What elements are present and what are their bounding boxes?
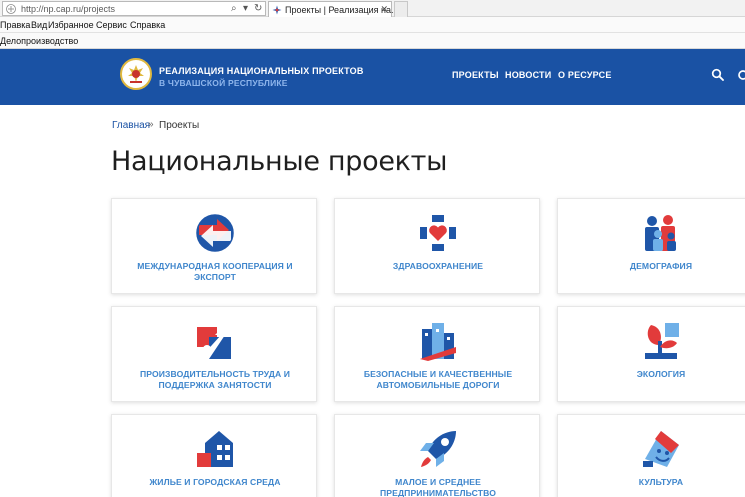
project-label: МАЛОЕ И СРЕДНЕЕ ПРЕДПРИНИМАТЕЛЬСТВО bbox=[380, 477, 496, 497]
address-url[interactable]: http://np.cap.ru/projects bbox=[21, 3, 115, 15]
dropdown-icon[interactable]: ▾ bbox=[243, 2, 248, 15]
plant-icon bbox=[643, 323, 679, 359]
project-card-small-business[interactable]: МАЛОЕ И СРЕДНЕЕ ПРЕДПРИНИМАТЕЛЬСТВО bbox=[334, 414, 540, 497]
brand-subtitle[interactable]: В ЧУВАШСКОЙ РЕСПУБЛИКЕ bbox=[159, 78, 288, 88]
brand-title[interactable]: РЕАЛИЗАЦИЯ НАЦИОНАЛЬНЫХ ПРОЕКТОВ bbox=[159, 66, 364, 76]
nav-news[interactable]: НОВОСТИ bbox=[505, 70, 551, 80]
family-icon bbox=[645, 215, 676, 251]
favorites-item[interactable]: Делопроизводство bbox=[0, 36, 78, 47]
new-tab-button[interactable] bbox=[394, 1, 408, 17]
menu-view[interactable]: Вид bbox=[31, 20, 47, 31]
favorites-bar: Делопроизводство bbox=[0, 33, 745, 49]
project-label: МЕЖДУНАРОДНАЯ КООПЕРАЦИЯ И ЭКСПОРТ bbox=[137, 261, 293, 282]
browser-tab-active[interactable]: Проекты | Реализация на... ✕ bbox=[268, 1, 399, 17]
coat-of-arms-logo[interactable] bbox=[120, 58, 152, 90]
rocket-icon bbox=[420, 431, 456, 467]
project-card-safe-roads[interactable]: БЕЗОПАСНЫЕ И КАЧЕСТВЕННЫЕ АВТОМОБИЛЬНЫЕ … bbox=[334, 306, 540, 402]
page-favicon bbox=[6, 4, 16, 14]
menu-favorites[interactable]: Избранное bbox=[48, 20, 94, 31]
project-card-culture[interactable]: КУЛЬТУРА bbox=[557, 414, 745, 497]
project-card-ecology[interactable]: ЭКОЛОГИЯ bbox=[557, 306, 745, 402]
breadcrumb-separator: » bbox=[148, 119, 154, 130]
house-icon bbox=[197, 431, 233, 467]
project-card-international-cooperation[interactable]: МЕЖДУНАРОДНАЯ КООПЕРАЦИЯ И ЭКСПОРТ bbox=[111, 198, 317, 294]
project-card-housing[interactable]: ЖИЛЬЕ И ГОРОДСКАЯ СРЕДА bbox=[111, 414, 317, 497]
breadcrumb-current: Проекты bbox=[159, 120, 200, 131]
refresh-icon[interactable]: ↻ bbox=[254, 2, 262, 15]
project-label: КУЛЬТУРА bbox=[638, 477, 684, 487]
tab-close-icon[interactable]: ✕ bbox=[380, 3, 388, 15]
menu-help[interactable]: Справка bbox=[130, 20, 165, 31]
growth-arrow-icon bbox=[197, 325, 231, 359]
site-header: РЕАЛИЗАЦИЯ НАЦИОНАЛЬНЫХ ПРОЕКТОВ В ЧУВАШ… bbox=[0, 49, 745, 105]
breadcrumb-home-link[interactable]: Главная bbox=[112, 120, 150, 131]
tab-favicon bbox=[272, 5, 282, 15]
user-icon[interactable] bbox=[736, 68, 745, 82]
theatre-mask-icon bbox=[643, 431, 679, 467]
browser-toolbar: http://np.cap.ru/projects ⌕ ▾ ↻ Проекты … bbox=[0, 0, 745, 17]
menu-tools[interactable]: Сервис bbox=[96, 20, 127, 31]
nav-projects[interactable]: ПРОЕКТЫ bbox=[452, 70, 499, 80]
nav-about[interactable]: О РЕСУРСЕ bbox=[558, 70, 612, 80]
globe-arrows-icon bbox=[196, 214, 234, 252]
project-card-labor-productivity[interactable]: ПРОИЗВОДИТЕЛЬНОСТЬ ТРУДА И ПОДДЕРЖКА ЗАН… bbox=[111, 306, 317, 402]
project-card-demography[interactable]: ДЕМОГРАФИЯ bbox=[557, 198, 745, 294]
project-card-healthcare[interactable]: ЗДРАВООХРАНЕНИЕ bbox=[334, 198, 540, 294]
project-label: ЗДРАВООХРАНЕНИЕ bbox=[392, 261, 484, 271]
menu-edit[interactable]: Правка bbox=[0, 20, 30, 31]
project-label: БЕЗОПАСНЫЕ И КАЧЕСТВЕННЫЕ АВТОМОБИЛЬНЫЕ … bbox=[363, 369, 513, 390]
project-label: ЭКОЛОГИЯ bbox=[636, 369, 686, 379]
search-icon[interactable]: ⌕ bbox=[231, 2, 237, 15]
project-label: ДЕМОГРАФИЯ bbox=[629, 261, 693, 271]
browser-menubar: Правка Вид Избранное Сервис Справка bbox=[0, 17, 745, 33]
search-icon[interactable] bbox=[711, 68, 725, 82]
project-label: ЖИЛЬЕ И ГОРОДСКАЯ СРЕДА bbox=[149, 477, 281, 487]
project-label: ПРОИЗВОДИТЕЛЬНОСТЬ ТРУДА И ПОДДЕРЖКА ЗАН… bbox=[139, 369, 291, 390]
medical-cross-heart-icon bbox=[420, 215, 456, 251]
page-title: Национальные проекты bbox=[111, 146, 448, 177]
address-bar[interactable]: http://np.cap.ru/projects ⌕ ▾ ↻ bbox=[2, 1, 266, 16]
city-road-icon bbox=[420, 323, 456, 361]
